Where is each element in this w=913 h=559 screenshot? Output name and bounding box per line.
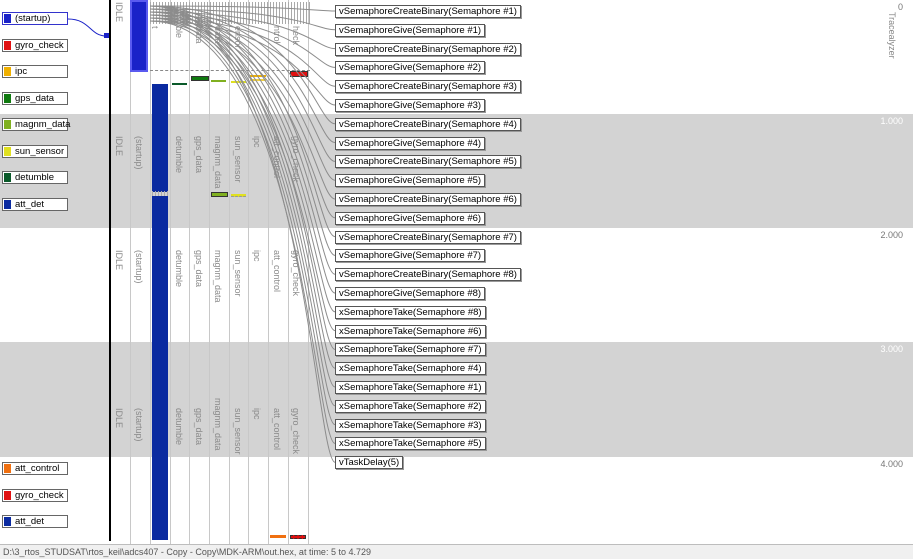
event-label[interactable]: xSemaphoreTake(Semaphore #2) (335, 399, 486, 413)
legend-item-magnm-data[interactable]: magnm_data (2, 118, 71, 131)
event-label[interactable]: vSemaphoreCreateBinary(Semaphore #8) (335, 268, 521, 282)
legend-item-detumble[interactable]: detumble (2, 171, 68, 184)
legend-label: gyro_check (15, 40, 64, 51)
legend-item-sun-sensor[interactable]: sun_sensor (2, 145, 68, 158)
event-label[interactable]: vSemaphoreGive(Semaphore #4) (335, 136, 486, 150)
event-label[interactable]: vSemaphoreCreateBinary(Semaphore #5) (335, 155, 521, 169)
legend-item-gps-data[interactable]: gps_data (2, 92, 68, 105)
color-swatch (4, 120, 11, 129)
legend-label: ipc (15, 66, 28, 77)
trace-timeline[interactable]: IDLE t ble data data ensor ntrol heck ID… (0, 0, 913, 545)
event-label[interactable]: xSemaphoreTake(Semaphore #1) (335, 381, 486, 394)
event-label[interactable]: vSemaphoreGive(Semaphore #1) (335, 23, 486, 37)
legend-label: gps_data (15, 93, 55, 104)
color-swatch (4, 67, 11, 76)
event-label[interactable]: vSemaphoreGive(Semaphore #5) (335, 174, 486, 188)
event-label[interactable]: vSemaphoreGive(Semaphore #8) (335, 287, 486, 300)
legend-item-att-det[interactable]: att_det (2, 515, 68, 528)
event-label[interactable]: vSemaphoreGive(Semaphore #3) (335, 99, 486, 112)
color-swatch (4, 200, 11, 209)
color-swatch (4, 41, 11, 50)
legend-label: magnm_data (15, 119, 71, 130)
event-label[interactable]: vSemaphoreGive(Semaphore #2) (335, 61, 486, 75)
event-label[interactable]: vSemaphoreCreateBinary(Semaphore #4) (335, 117, 521, 131)
event-connector (149, 5, 336, 238)
legend-item-gyro-check[interactable]: gyro_check (2, 39, 68, 52)
event-label[interactable]: vSemaphoreCreateBinary(Semaphore #1) (335, 5, 521, 18)
legend-label: sun_sensor (15, 146, 65, 157)
event-label[interactable]: xSemaphoreTake(Semaphore #3) (335, 418, 486, 432)
event-label[interactable]: vSemaphoreCreateBinary(Semaphore #7) (335, 230, 521, 244)
legend-item-startup[interactable]: (startup) (2, 12, 68, 25)
event-label[interactable]: vSemaphoreCreateBinary(Semaphore #3) (335, 80, 521, 94)
legend-item-att-det[interactable]: att_det (2, 198, 68, 211)
event-label[interactable]: xSemaphoreTake(Semaphore #6) (335, 324, 486, 338)
legend-label: att_control (15, 463, 60, 474)
event-label[interactable]: xSemaphoreTake(Semaphore #5) (335, 437, 486, 451)
status-bar: D:\3_rtos_STUDSAT\rtos_keil\adcs407 - Co… (0, 544, 913, 559)
legend-label: gyro_check (15, 490, 64, 501)
event-label[interactable]: xSemaphoreTake(Semaphore #8) (335, 305, 486, 319)
legend-label: att_det (15, 516, 45, 527)
legend-label: detumble (15, 172, 55, 183)
legend-item-gyro-check[interactable]: gyro_check (2, 489, 68, 502)
color-swatch (4, 14, 11, 23)
legend-label: att_det (15, 199, 45, 210)
color-swatch (4, 491, 11, 500)
color-swatch (4, 94, 11, 103)
color-swatch (4, 147, 11, 156)
color-swatch (4, 173, 11, 182)
color-swatch (4, 464, 11, 473)
legend-label: (startup) (15, 13, 51, 24)
color-swatch (4, 517, 11, 526)
event-label[interactable]: vSemaphoreCreateBinary(Semaphore #2) (335, 42, 521, 56)
event-label[interactable]: xSemaphoreTake(Semaphore #7) (335, 343, 486, 357)
event-label[interactable]: vSemaphoreCreateBinary(Semaphore #6) (335, 193, 521, 206)
legend-item-att-control[interactable]: att_control (2, 462, 68, 475)
event-label[interactable]: xSemaphoreTake(Semaphore #4) (335, 362, 486, 376)
legend-item-ipc[interactable]: ipc (2, 65, 68, 78)
event-label[interactable]: vTaskDelay(5) (335, 456, 404, 470)
event-label[interactable]: vSemaphoreGive(Semaphore #7) (335, 249, 486, 263)
event-label[interactable]: vSemaphoreGive(Semaphore #6) (335, 211, 486, 225)
